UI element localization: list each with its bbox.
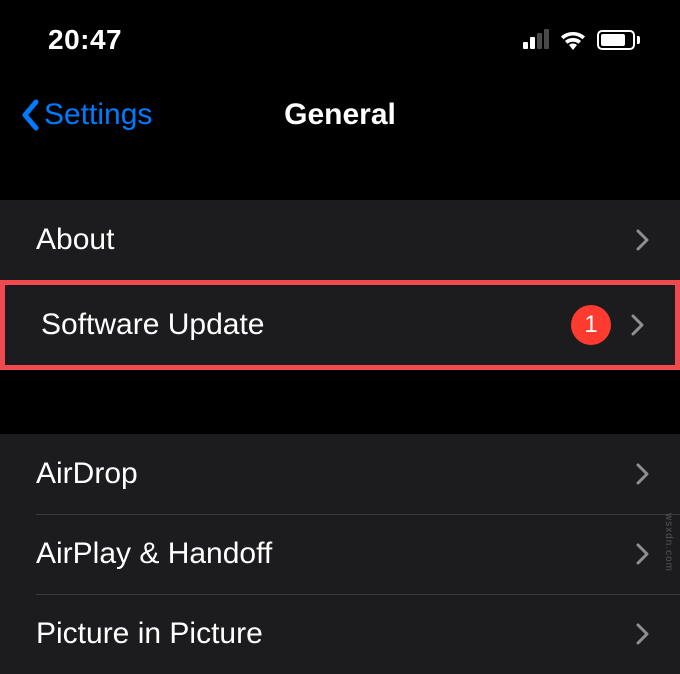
chevron-left-icon [20,99,40,131]
section-spacer [0,150,680,200]
chevron-right-icon [636,623,650,645]
row-airdrop[interactable]: AirDrop [0,434,680,514]
row-picture-in-picture[interactable]: Picture in Picture [0,594,680,674]
chevron-right-icon [631,314,645,336]
row-label: Picture in Picture [36,617,636,651]
status-bar: 20:47 [0,0,680,80]
wifi-icon [559,30,587,50]
status-icons [523,30,640,50]
navigation-bar: Settings General [0,80,680,150]
row-label: AirDrop [36,457,636,491]
status-time: 20:47 [48,24,122,56]
row-airplay-handoff[interactable]: AirPlay & Handoff [0,514,680,594]
row-software-update[interactable]: Software Update 1 [5,285,675,365]
row-label: AirPlay & Handoff [36,537,636,571]
cellular-signal-icon [523,31,549,49]
notification-badge: 1 [571,305,611,345]
list-group-2: AirDrop AirPlay & Handoff Picture in Pic… [0,434,680,674]
row-label: About [36,223,636,257]
battery-icon [597,30,640,50]
list-group-1: About Software Update 1 [0,200,680,370]
watermark: wsxdn.com [663,513,674,572]
row-about[interactable]: About [0,200,680,280]
chevron-right-icon [636,463,650,485]
section-spacer [0,370,680,434]
chevron-right-icon [636,543,650,565]
back-button[interactable]: Settings [20,98,152,132]
highlight-annotation: Software Update 1 [0,280,680,370]
page-title: General [284,98,396,132]
chevron-right-icon [636,229,650,251]
back-label: Settings [44,98,152,132]
row-label: Software Update [41,308,571,342]
